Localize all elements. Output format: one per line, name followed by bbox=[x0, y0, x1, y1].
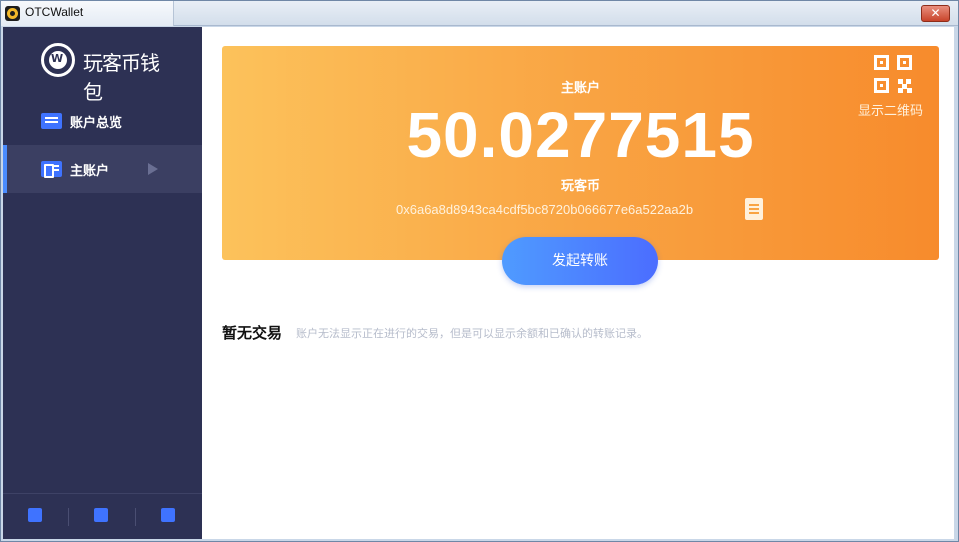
main-content: 主账户 50.0277515 玩客币 0x6a6a8d8943ca4cdf5bc… bbox=[202, 27, 954, 539]
qr-dot bbox=[898, 88, 903, 93]
transactions-empty-title: 暂无交易 bbox=[222, 324, 283, 342]
app-logo-icon bbox=[5, 6, 20, 21]
sidebar-footer bbox=[3, 493, 202, 539]
divider bbox=[68, 508, 69, 526]
close-button[interactable]: ✕ bbox=[921, 5, 950, 22]
copy-icon[interactable] bbox=[745, 198, 763, 220]
sidebar-item-label: 主账户 bbox=[70, 164, 110, 179]
coin-name: 玩客币 bbox=[560, 179, 600, 194]
qr-corner bbox=[874, 55, 889, 70]
balance-value: 50.0277515 bbox=[406, 99, 755, 171]
qr-corner bbox=[897, 55, 912, 70]
app-window: OTCWallet ✕ W 玩客币钱包 账户总览 主账户 主账户 50.0277… bbox=[0, 0, 959, 542]
account-card-icon bbox=[41, 161, 62, 178]
account-banner: 主账户 50.0277515 玩客币 0x6a6a8d8943ca4cdf5bc… bbox=[222, 46, 939, 260]
add-wallet-icon[interactable] bbox=[28, 508, 42, 522]
sidebar: W 玩客币钱包 账户总览 主账户 bbox=[3, 27, 202, 539]
transactions-empty-desc: 账户无法显示正在进行的交易，但是可以显示余额和已确认的转账记录。 bbox=[296, 327, 648, 340]
title-bar[interactable]: OTCWallet ✕ bbox=[1, 1, 958, 26]
wallet-logo: W 玩客币钱包 bbox=[41, 43, 171, 104]
divider bbox=[135, 508, 136, 526]
show-qr-label[interactable]: 显示二维码 bbox=[858, 100, 923, 119]
sidebar-item-overview[interactable]: 账户总览 bbox=[3, 97, 202, 145]
restore-wallet-icon[interactable] bbox=[161, 508, 175, 522]
chevron-right-icon bbox=[148, 163, 158, 175]
qr-dot bbox=[907, 88, 912, 93]
list-icon bbox=[41, 113, 62, 129]
wallet-address: 0x6a6a8d8943ca4cdf5bc8720b066677e6a522aa… bbox=[396, 202, 694, 217]
account-label: 主账户 bbox=[560, 81, 600, 96]
title-tab: OTCWallet bbox=[1, 1, 174, 26]
logo-mark: W bbox=[51, 52, 64, 65]
window-title: OTCWallet bbox=[25, 5, 84, 19]
sidebar-item-label: 账户总览 bbox=[70, 116, 123, 131]
qr-code-icon[interactable] bbox=[874, 55, 912, 93]
window-border bbox=[954, 27, 958, 539]
qr-corner bbox=[874, 78, 889, 93]
sidebar-item-main-account[interactable]: 主账户 bbox=[3, 145, 202, 193]
import-wallet-icon[interactable] bbox=[94, 508, 108, 522]
transfer-button[interactable]: 发起转账 bbox=[502, 237, 658, 285]
